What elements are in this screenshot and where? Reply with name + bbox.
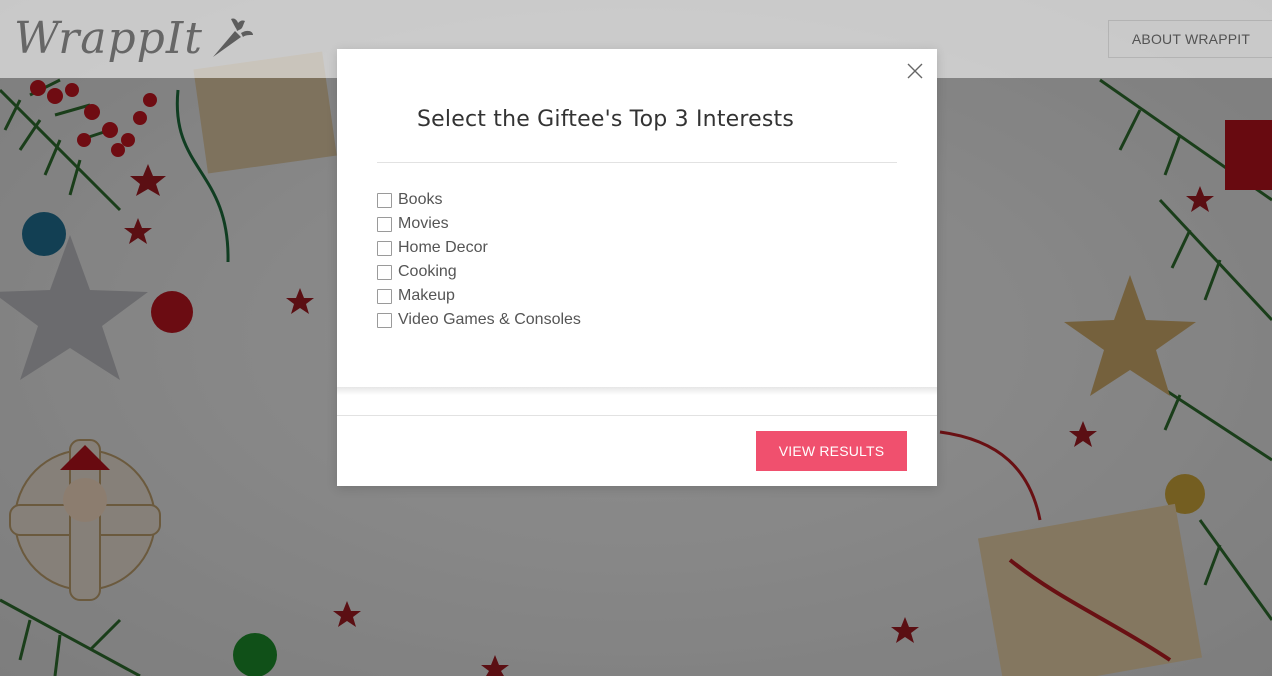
interest-option-books[interactable]: Books xyxy=(377,188,581,212)
interest-option-makeup[interactable]: Makeup xyxy=(377,284,581,308)
body-divider xyxy=(337,387,937,395)
checkbox[interactable] xyxy=(377,240,392,256)
checkbox[interactable] xyxy=(377,288,392,304)
option-label: Video Games & Consoles xyxy=(398,311,581,328)
about-wrappit-button[interactable]: ABOUT WRAPPIT xyxy=(1108,20,1272,58)
interest-option-video-games[interactable]: Video Games & Consoles xyxy=(377,308,581,332)
interest-options: Books Movies Home Decor Cooking Makeup V… xyxy=(377,188,581,332)
interest-option-cooking[interactable]: Cooking xyxy=(377,260,581,284)
interest-option-home-decor[interactable]: Home Decor xyxy=(377,236,581,260)
modal-title: Select the Giftee's Top 3 Interests xyxy=(417,107,795,132)
title-divider xyxy=(377,162,897,163)
checkbox[interactable] xyxy=(377,264,392,280)
option-label: Cooking xyxy=(398,263,457,280)
checkbox[interactable] xyxy=(377,192,392,208)
footer-divider xyxy=(337,415,937,416)
close-icon[interactable] xyxy=(907,63,923,79)
logo[interactable]: WrappIt xyxy=(14,8,255,68)
option-label: Home Decor xyxy=(398,239,488,256)
carrot-icon xyxy=(212,18,253,57)
logo-text: WrappIt xyxy=(14,12,203,64)
interests-modal: Select the Giftee's Top 3 Interests Book… xyxy=(337,49,937,486)
option-label: Makeup xyxy=(398,287,455,304)
view-results-button[interactable]: VIEW RESULTS xyxy=(756,431,907,471)
checkbox[interactable] xyxy=(377,312,392,328)
option-label: Books xyxy=(398,191,443,208)
interest-option-movies[interactable]: Movies xyxy=(377,212,581,236)
option-label: Movies xyxy=(398,215,449,232)
checkbox[interactable] xyxy=(377,216,392,232)
